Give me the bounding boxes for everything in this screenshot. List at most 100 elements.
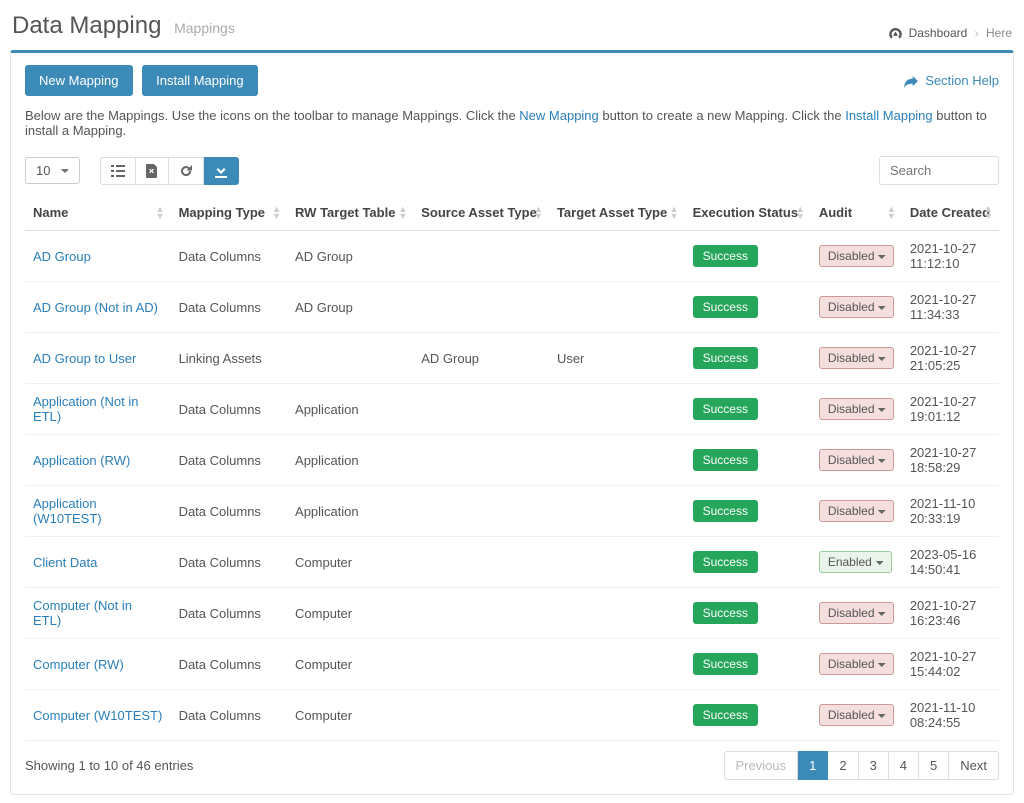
- rw-target: [287, 333, 413, 384]
- rw-target: Computer: [287, 690, 413, 741]
- breadcrumb-dashboard[interactable]: Dashboard: [909, 26, 968, 40]
- audit-select[interactable]: Disabled: [819, 398, 894, 420]
- rw-target: Computer: [287, 639, 413, 690]
- download-icon: [214, 164, 228, 178]
- rw-target: Application: [287, 486, 413, 537]
- date-created: 2021-11-10 20:33:19: [902, 486, 999, 537]
- mapping-name-link[interactable]: AD Group: [33, 249, 91, 264]
- date-created: 2021-11-10 08:24:55: [902, 690, 999, 741]
- refresh-icon: [179, 164, 193, 178]
- status-badge: Success: [693, 653, 758, 675]
- col-header[interactable]: Date Created▲▼: [902, 195, 999, 231]
- rw-target: AD Group: [287, 231, 413, 282]
- next-page-button[interactable]: Next: [949, 751, 999, 780]
- source-asset: [413, 486, 549, 537]
- date-created: 2021-10-27 16:23:46: [902, 588, 999, 639]
- target-asset: [549, 588, 685, 639]
- mapping-name-link[interactable]: Application (RW): [33, 453, 130, 468]
- col-header[interactable]: Audit▲▼: [811, 195, 902, 231]
- date-created: 2023-05-16 14:50:41: [902, 537, 999, 588]
- audit-select[interactable]: Disabled: [819, 449, 894, 471]
- page-button[interactable]: 1: [798, 751, 828, 780]
- share-icon: [904, 76, 918, 88]
- source-asset: [413, 537, 549, 588]
- list-view-button[interactable]: [100, 157, 136, 185]
- mapping-name-link[interactable]: Application (W10TEST): [33, 496, 102, 526]
- refresh-button[interactable]: [169, 157, 204, 185]
- rw-target: Computer: [287, 588, 413, 639]
- target-asset: [549, 486, 685, 537]
- mapping-type: Data Columns: [171, 282, 287, 333]
- col-header[interactable]: Target Asset Type▲▼: [549, 195, 685, 231]
- status-badge: Success: [693, 398, 758, 420]
- mapping-name-link[interactable]: Application (Not in ETL): [33, 394, 139, 424]
- sort-icon: ▲▼: [887, 206, 896, 220]
- page-button[interactable]: 5: [919, 751, 949, 780]
- prev-page-button: Previous: [724, 751, 799, 780]
- audit-select[interactable]: Enabled: [819, 551, 892, 573]
- audit-select[interactable]: Disabled: [819, 704, 894, 726]
- page-button[interactable]: 2: [828, 751, 858, 780]
- source-asset: [413, 435, 549, 486]
- source-asset: AD Group: [413, 333, 549, 384]
- table-toolbar: [100, 157, 239, 185]
- mapping-name-link[interactable]: Computer (RW): [33, 657, 124, 672]
- mapping-name-link[interactable]: Computer (W10TEST): [33, 708, 162, 723]
- mapping-type: Data Columns: [171, 690, 287, 741]
- mapping-type: Data Columns: [171, 588, 287, 639]
- source-asset: [413, 588, 549, 639]
- target-asset: [549, 384, 685, 435]
- audit-select[interactable]: Disabled: [819, 602, 894, 624]
- sort-icon: ▲▼: [398, 206, 407, 220]
- page-title: Data Mapping Mappings: [12, 12, 235, 40]
- table-row: Application (W10TEST)Data ColumnsApplica…: [25, 486, 999, 537]
- mapping-type: Data Columns: [171, 639, 287, 690]
- install-mapping-button[interactable]: Install Mapping: [142, 65, 257, 96]
- search-input[interactable]: [879, 156, 999, 185]
- date-created: 2021-10-27 18:58:29: [902, 435, 999, 486]
- page-button[interactable]: 4: [889, 751, 919, 780]
- intro-link-new[interactable]: New Mapping: [519, 108, 599, 123]
- source-asset: [413, 639, 549, 690]
- audit-select[interactable]: Disabled: [819, 296, 894, 318]
- mapping-name-link[interactable]: AD Group to User: [33, 351, 136, 366]
- download-button[interactable]: [204, 157, 239, 185]
- page-button[interactable]: 3: [859, 751, 889, 780]
- audit-select[interactable]: Disabled: [819, 245, 894, 267]
- status-badge: Success: [693, 347, 758, 369]
- source-asset: [413, 384, 549, 435]
- mapping-name-link[interactable]: Computer (Not in ETL): [33, 598, 132, 628]
- col-header[interactable]: RW Target Table▲▼: [287, 195, 413, 231]
- mapping-type: Data Columns: [171, 384, 287, 435]
- mapping-name-link[interactable]: AD Group (Not in AD): [33, 300, 158, 315]
- target-asset: [549, 690, 685, 741]
- table-row: AD GroupData ColumnsAD GroupSuccessDisab…: [25, 231, 999, 282]
- date-created: 2021-10-27 19:01:12: [902, 384, 999, 435]
- source-asset: [413, 231, 549, 282]
- col-header[interactable]: Mapping Type▲▼: [171, 195, 287, 231]
- status-badge: Success: [693, 704, 758, 726]
- col-header[interactable]: Source Asset Type▲▼: [413, 195, 549, 231]
- excel-icon: [146, 164, 158, 178]
- col-header[interactable]: Execution Status▲▼: [685, 195, 811, 231]
- page-size-select[interactable]: 10: [25, 157, 80, 184]
- sort-icon: ▲▼: [670, 206, 679, 220]
- section-help-link[interactable]: Section Help: [904, 73, 999, 88]
- audit-select[interactable]: Disabled: [819, 347, 894, 369]
- col-header[interactable]: Name▲▼: [25, 195, 171, 231]
- new-mapping-button[interactable]: New Mapping: [25, 65, 133, 96]
- date-created: 2021-10-27 11:12:10: [902, 231, 999, 282]
- rw-target: Computer: [287, 537, 413, 588]
- mapping-type: Data Columns: [171, 537, 287, 588]
- table-row: AD Group to UserLinking AssetsAD GroupUs…: [25, 333, 999, 384]
- section-help-label: Section Help: [925, 73, 999, 88]
- target-asset: User: [549, 333, 685, 384]
- table-row: Computer (RW) Data ColumnsComputer Success…: [25, 639, 999, 690]
- dashboard-icon: [889, 28, 902, 39]
- audit-select[interactable]: Disabled: [819, 653, 894, 675]
- mapping-name-link[interactable]: Client Data: [33, 555, 97, 570]
- target-asset: [549, 231, 685, 282]
- export-excel-button[interactable]: [136, 157, 169, 185]
- breadcrumb-here: Here: [986, 26, 1012, 40]
- intro-link-install[interactable]: Install Mapping: [845, 108, 932, 123]
